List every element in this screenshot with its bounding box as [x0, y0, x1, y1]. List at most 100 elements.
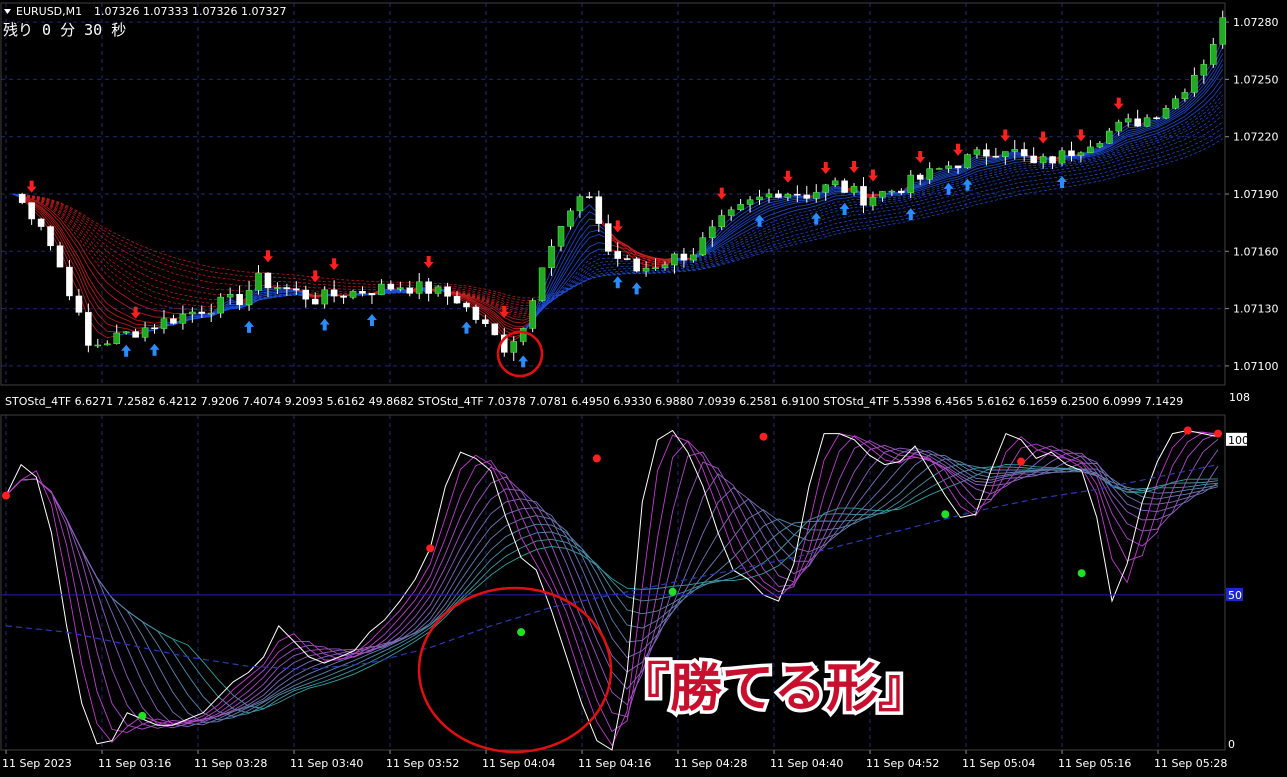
candle-body [141, 327, 149, 338]
candle-body [1039, 156, 1047, 164]
candle-body [661, 264, 669, 268]
candle-body [671, 253, 678, 266]
stoch-tick-label: 50 [1228, 589, 1242, 602]
candle-body [803, 194, 811, 199]
candle-body [330, 289, 338, 297]
candle-body [604, 223, 612, 252]
candle-body [510, 341, 518, 353]
candle-body [699, 237, 707, 256]
candle-body [614, 251, 622, 259]
candle-body [1181, 92, 1189, 99]
green-signal-dot [1077, 569, 1086, 578]
candle-body [85, 312, 92, 346]
candle-body [444, 286, 451, 297]
price-tick-label: 1.07160 [1233, 245, 1279, 258]
candle-body [397, 287, 404, 290]
candle-body [359, 291, 366, 294]
price-tick-label: 1.07100 [1233, 360, 1279, 373]
time-tick-label: 11 Sep 04:04 [482, 757, 555, 770]
candle-body [860, 186, 867, 206]
candle-body [841, 180, 848, 193]
candle-body [1002, 151, 1009, 157]
green-signal-dot [138, 711, 147, 720]
candle-body [1087, 146, 1094, 153]
red-signal-dot [1214, 429, 1222, 438]
red-signal-dot [426, 544, 435, 553]
time-tick-label: 11 Sep 03:28 [194, 757, 267, 770]
candle-body [1058, 150, 1066, 164]
candle-body [311, 298, 319, 305]
candle-body [519, 328, 527, 342]
candle-body [756, 196, 763, 201]
candle-body [151, 327, 158, 329]
candle-body [1162, 107, 1170, 119]
candle-body [642, 267, 650, 272]
candle-body [236, 294, 243, 306]
candle-body [103, 343, 111, 346]
price-tick-label: 1.07280 [1233, 16, 1279, 29]
candle-body [916, 174, 924, 180]
candle-body [1143, 117, 1151, 127]
candle-body [293, 288, 300, 291]
candle-body [56, 245, 64, 268]
candle-body [652, 267, 659, 269]
candle-body [888, 190, 896, 193]
candle-body [18, 193, 26, 203]
stoch-tick-label: 100 [1228, 434, 1249, 447]
candle-body [1134, 118, 1141, 127]
candle-body [567, 210, 574, 227]
candle-body [170, 318, 177, 324]
candle-body [850, 186, 858, 193]
candle-body [47, 226, 54, 247]
candle-body [283, 287, 291, 289]
candle-body [1219, 17, 1227, 45]
candle-body [746, 199, 754, 205]
candle-body [727, 209, 735, 216]
candle-body [160, 318, 168, 329]
candle-body [122, 331, 130, 334]
candle-body [207, 312, 215, 315]
candle-body [1106, 130, 1113, 144]
time-tick-label: 11 Sep 03:52 [386, 757, 459, 770]
candle-body [482, 319, 489, 324]
candle-body [708, 226, 716, 238]
candle-body [822, 184, 829, 193]
red-signal-dot [759, 432, 768, 441]
candle-body [66, 266, 73, 297]
time-tick-label: 11 Sep 05:04 [962, 757, 1035, 770]
candle-body [425, 281, 432, 294]
green-signal-dot [668, 587, 677, 596]
candle-body [1096, 143, 1104, 148]
candle-body [132, 331, 139, 338]
stoch-tick-label: 0 [1228, 738, 1235, 751]
candle-body [954, 165, 962, 169]
candle-body [453, 296, 461, 304]
price-tick-label: 1.07190 [1233, 188, 1279, 201]
green-signal-dot [941, 510, 950, 519]
candle-body [28, 202, 35, 220]
candle-body [633, 258, 640, 272]
candle-body [1124, 118, 1132, 123]
candle-body [378, 283, 385, 296]
candle-body [737, 204, 744, 211]
time-tick-label: 11 Sep 03:40 [290, 757, 363, 770]
candle-body [623, 258, 631, 260]
candle-body [983, 149, 990, 157]
candle-body [472, 306, 480, 320]
candle-body [831, 180, 839, 186]
candle-body [75, 295, 83, 313]
red-signal-dot [592, 454, 601, 463]
chart-canvas: 1.07280 1.07250 1.07220 1.07190 1.07160 1.071… [0, 0, 1287, 777]
time-tick-label: 11 Sep 05:16 [1058, 757, 1131, 770]
candle-body [387, 283, 395, 290]
candle-body [340, 295, 347, 298]
candle-body [945, 165, 952, 169]
candle-body [548, 246, 555, 269]
time-tick-label: 11 Sep 03:16 [98, 757, 171, 770]
candle-body [907, 174, 915, 193]
indicator-header: STOStd_4TF 6.6271 7.2582 6.4212 7.9206 7… [5, 395, 1183, 408]
candle-body [113, 332, 120, 344]
candle-body [1115, 121, 1123, 132]
candle-body [1191, 74, 1198, 93]
candle-body [1209, 44, 1217, 65]
